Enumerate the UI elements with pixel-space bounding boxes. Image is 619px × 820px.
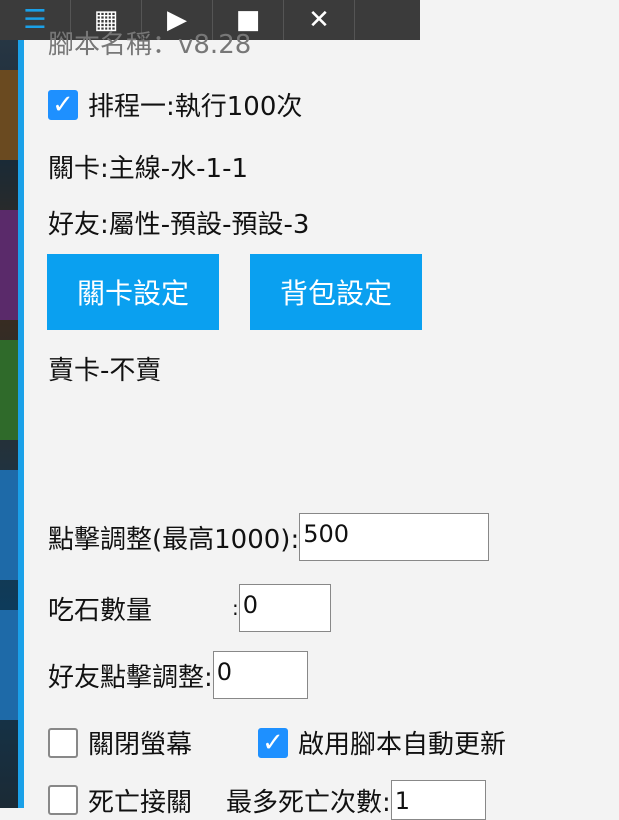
max-death-input[interactable]: 1 [390,780,486,820]
close-icon[interactable]: ✕ [284,0,355,40]
stage-text: 關卡:主線-水-1-1 [48,154,248,184]
schedule-checkbox[interactable]: ✓ [48,89,78,120]
bag-settings-button[interactable]: 背包設定 [250,254,422,330]
screen-off-label: 關閉螢幕 [88,730,193,760]
death-continue-label: 死亡接關 [88,787,193,818]
friend-click-adjust-input[interactable]: 0 [212,651,308,699]
death-continue-checkbox[interactable] [48,785,78,815]
screen-off-row[interactable]: 關閉螢幕 [48,724,192,761]
auto-update-label: 啟用腳本自動更新 [298,730,507,760]
stone-count-row: 吃石數量 : 0 [48,584,331,632]
screen-off-checkbox[interactable] [48,727,78,758]
stone-count-colon: : [232,596,239,620]
friend-click-adjust-row: 好友點擊調整: 0 [48,651,308,699]
auto-update-checkbox[interactable]: ✓ [258,727,288,758]
sell-card-text: 賣卡-不賣 [48,356,162,386]
click-adjust-label: 點擊調整(最高1000): [48,524,300,555]
script-title: 腳本名稱：v8.28 [48,30,252,60]
game-background-strip [0,0,24,808]
stone-count-label: 吃石數量 [48,595,153,626]
friend-click-adjust-label: 好友點擊調整: [48,662,213,693]
friend-text: 好友:屬性-預設-預設-3 [48,210,310,240]
death-continue-row[interactable]: 死亡接關 最多死亡次數: 1 [48,780,486,820]
stone-count-input[interactable]: 0 [238,584,331,632]
schedule-row[interactable]: ✓ 排程一:執行100次 [48,86,302,123]
stage-settings-button[interactable]: 關卡設定 [47,254,219,330]
schedule-label: 排程一:執行100次 [88,92,303,122]
click-adjust-input[interactable]: 500 [299,513,490,561]
auto-update-row[interactable]: ✓ 啟用腳本自動更新 [258,724,506,761]
max-death-label: 最多死亡次數: [226,787,391,818]
click-adjust-row: 點擊調整(最高1000): 500 [48,513,490,561]
